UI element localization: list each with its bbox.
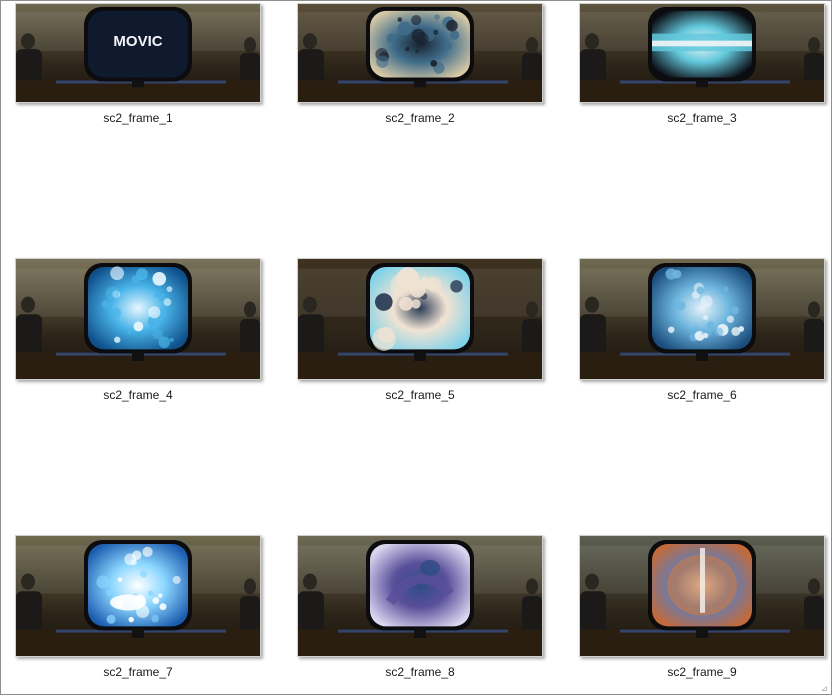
thumbnail-scene xyxy=(580,4,824,102)
thumbnail-image[interactable] xyxy=(579,258,825,380)
file-name-label[interactable]: sc2_frame_2 xyxy=(297,111,543,125)
file-name-label[interactable]: sc2_frame_8 xyxy=(297,665,543,679)
thumbnail-scene xyxy=(298,536,542,656)
file-item[interactable]: sc2_frame_3 xyxy=(579,3,825,129)
file-name-label[interactable]: sc2_frame_6 xyxy=(579,388,825,402)
thumbnail-scene: MOVIC xyxy=(16,4,260,102)
thumbnail-image[interactable] xyxy=(15,258,261,380)
thumbnail-image[interactable]: MOVIC xyxy=(15,3,261,103)
file-item[interactable]: sc2_frame_6 xyxy=(579,258,825,402)
thumbnail-scene xyxy=(298,259,542,379)
thumbnail-scene xyxy=(580,259,824,379)
file-name-label[interactable]: sc2_frame_4 xyxy=(15,388,261,402)
file-item[interactable]: sc2_frame_2 xyxy=(297,3,543,129)
thumbnail-image[interactable] xyxy=(15,535,261,657)
file-item[interactable]: sc2_frame_8 xyxy=(297,535,543,679)
thumbnail-image[interactable] xyxy=(297,535,543,657)
file-name-label[interactable]: sc2_frame_9 xyxy=(579,665,825,679)
thumbnail-scene xyxy=(16,536,260,656)
file-item[interactable]: sc2_frame_5 xyxy=(297,258,543,402)
thumbnail-scene xyxy=(580,536,824,656)
resize-grip-icon[interactable]: ⊿ xyxy=(821,685,829,693)
thumbnail-image[interactable] xyxy=(579,3,825,103)
file-item[interactable]: sc2_frame_7 xyxy=(15,535,261,679)
file-item[interactable]: MOVIC sc2_frame_1 xyxy=(15,3,261,129)
file-item[interactable]: sc2_frame_9 xyxy=(579,535,825,679)
thumbnail-image[interactable] xyxy=(579,535,825,657)
file-name-label[interactable]: sc2_frame_3 xyxy=(579,111,825,125)
thumbnail-image[interactable] xyxy=(297,3,543,103)
monitor-logo-text: MOVIC xyxy=(113,33,162,50)
thumbnail-image[interactable] xyxy=(297,258,543,380)
thumbnail-scene xyxy=(16,259,260,379)
monitor-screen xyxy=(370,544,470,627)
file-name-label[interactable]: sc2_frame_7 xyxy=(15,665,261,679)
file-name-label[interactable]: sc2_frame_5 xyxy=(297,388,543,402)
thumbnail-grid: MOVIC sc2_frame_1 sc2_frame_2 sc2_frame_… xyxy=(0,0,832,695)
thumbnail-scene xyxy=(298,4,542,102)
file-item[interactable]: sc2_frame_4 xyxy=(15,258,261,402)
file-name-label[interactable]: sc2_frame_1 xyxy=(15,111,261,125)
